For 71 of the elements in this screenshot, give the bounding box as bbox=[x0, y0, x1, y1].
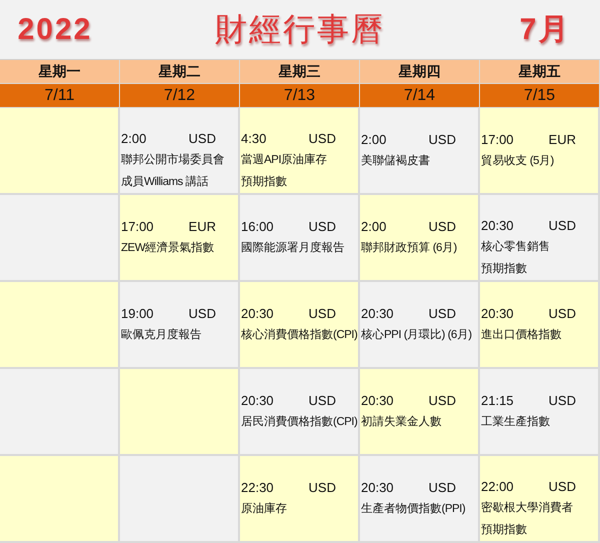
event-description: 成員Williams 講話 bbox=[121, 174, 210, 190]
event-currency: USD bbox=[548, 479, 576, 494]
event-currency: USD bbox=[308, 480, 336, 494]
event-description: 工業生產指數 bbox=[481, 414, 551, 430]
event-time: 22:00 bbox=[481, 479, 514, 494]
event-time: 17:00 bbox=[121, 218, 154, 234]
event-time: 20:30 bbox=[361, 306, 394, 320]
event-currency: USD bbox=[428, 218, 456, 234]
event-description: 進出口價格指數 bbox=[481, 328, 562, 343]
date-header: 7/15 bbox=[480, 84, 600, 108]
event-description: 原油庫存 bbox=[241, 501, 288, 517]
event-currency: USD bbox=[548, 218, 576, 233]
event-currency: USD bbox=[428, 306, 456, 320]
event-time: 20:30 bbox=[481, 218, 514, 233]
weekday-header: 星期三 bbox=[240, 60, 360, 84]
event-currency: USD bbox=[308, 131, 336, 146]
date-header: 7/14 bbox=[360, 84, 480, 108]
event-description: 國際能源署月度報告 bbox=[241, 240, 346, 256]
event-time: 4:30 bbox=[241, 131, 266, 146]
month-title: 7月 bbox=[518, 12, 572, 48]
event-time: 17:00 bbox=[481, 132, 514, 146]
event-description: 預期指數 bbox=[481, 522, 528, 538]
event-description: 核心PPI (月環比) (6月) bbox=[361, 327, 473, 343]
event-currency: USD bbox=[428, 480, 456, 494]
event-description: 貿易收支 (5月) bbox=[481, 154, 555, 169]
event-description: 核心零售銷售 bbox=[481, 239, 551, 255]
event-currency: USD bbox=[548, 392, 576, 408]
event-description: ZEW經濟景氣指數 bbox=[121, 240, 216, 256]
event-description: 生產者物價指數(PPI) bbox=[361, 502, 466, 517]
event-description: 初請失業金人數 bbox=[361, 414, 442, 430]
event-time: 2:00 bbox=[361, 218, 386, 234]
event-currency: USD bbox=[308, 306, 336, 320]
date-header: 7/12 bbox=[120, 84, 240, 108]
event-time: 20:30 bbox=[361, 392, 394, 408]
event-description: 密歇根大學消費者 bbox=[481, 500, 574, 516]
event-description: 聯邦財政預算 (6月) bbox=[361, 240, 458, 256]
year-title: 2022 bbox=[16, 12, 94, 46]
event-currency: EUR bbox=[548, 132, 576, 146]
event-currency: USD bbox=[428, 132, 456, 146]
event-currency: EUR bbox=[188, 218, 216, 234]
event-time: 2:00 bbox=[121, 131, 146, 146]
event-description: 核心消費價格指數(CPI) bbox=[241, 327, 358, 343]
weekday-header: 星期四 bbox=[360, 60, 480, 84]
event-currency: USD bbox=[308, 218, 336, 234]
weekday-header: 星期五 bbox=[480, 60, 600, 84]
event-time: 20:30 bbox=[481, 306, 514, 320]
weekday-header: 星期二 bbox=[120, 60, 240, 84]
event-description: 聯邦公開市場委員會 bbox=[121, 152, 226, 168]
event-currency: USD bbox=[308, 392, 336, 408]
date-header: 7/11 bbox=[0, 84, 120, 108]
event-description: 預期指數 bbox=[481, 262, 528, 277]
event-currency: USD bbox=[188, 131, 216, 146]
event-description: 美聯儲褐皮書 bbox=[361, 153, 431, 169]
event-description: 當週API原油庫存 bbox=[241, 152, 328, 168]
event-time: 20:30 bbox=[241, 392, 274, 408]
event-description: 歐佩克月度報告 bbox=[121, 328, 202, 343]
event-time: 22:30 bbox=[241, 480, 274, 494]
calendar-title: 財經行事曆 bbox=[214, 10, 386, 48]
event-currency: USD bbox=[188, 306, 216, 320]
event-time: 19:00 bbox=[121, 306, 154, 320]
event-time: 20:30 bbox=[361, 480, 394, 494]
event-description: 預期指數 bbox=[241, 174, 288, 190]
event-description: 居民消費價格指數(CPI) bbox=[241, 414, 358, 430]
date-header: 7/13 bbox=[240, 84, 360, 108]
event-time: 20:30 bbox=[241, 306, 274, 320]
event-currency: USD bbox=[548, 306, 576, 320]
event-time: 16:00 bbox=[241, 218, 274, 234]
event-time: 2:00 bbox=[361, 132, 386, 146]
event-time: 21:15 bbox=[481, 392, 514, 408]
weekday-header: 星期一 bbox=[0, 60, 120, 84]
event-currency: USD bbox=[428, 392, 456, 408]
